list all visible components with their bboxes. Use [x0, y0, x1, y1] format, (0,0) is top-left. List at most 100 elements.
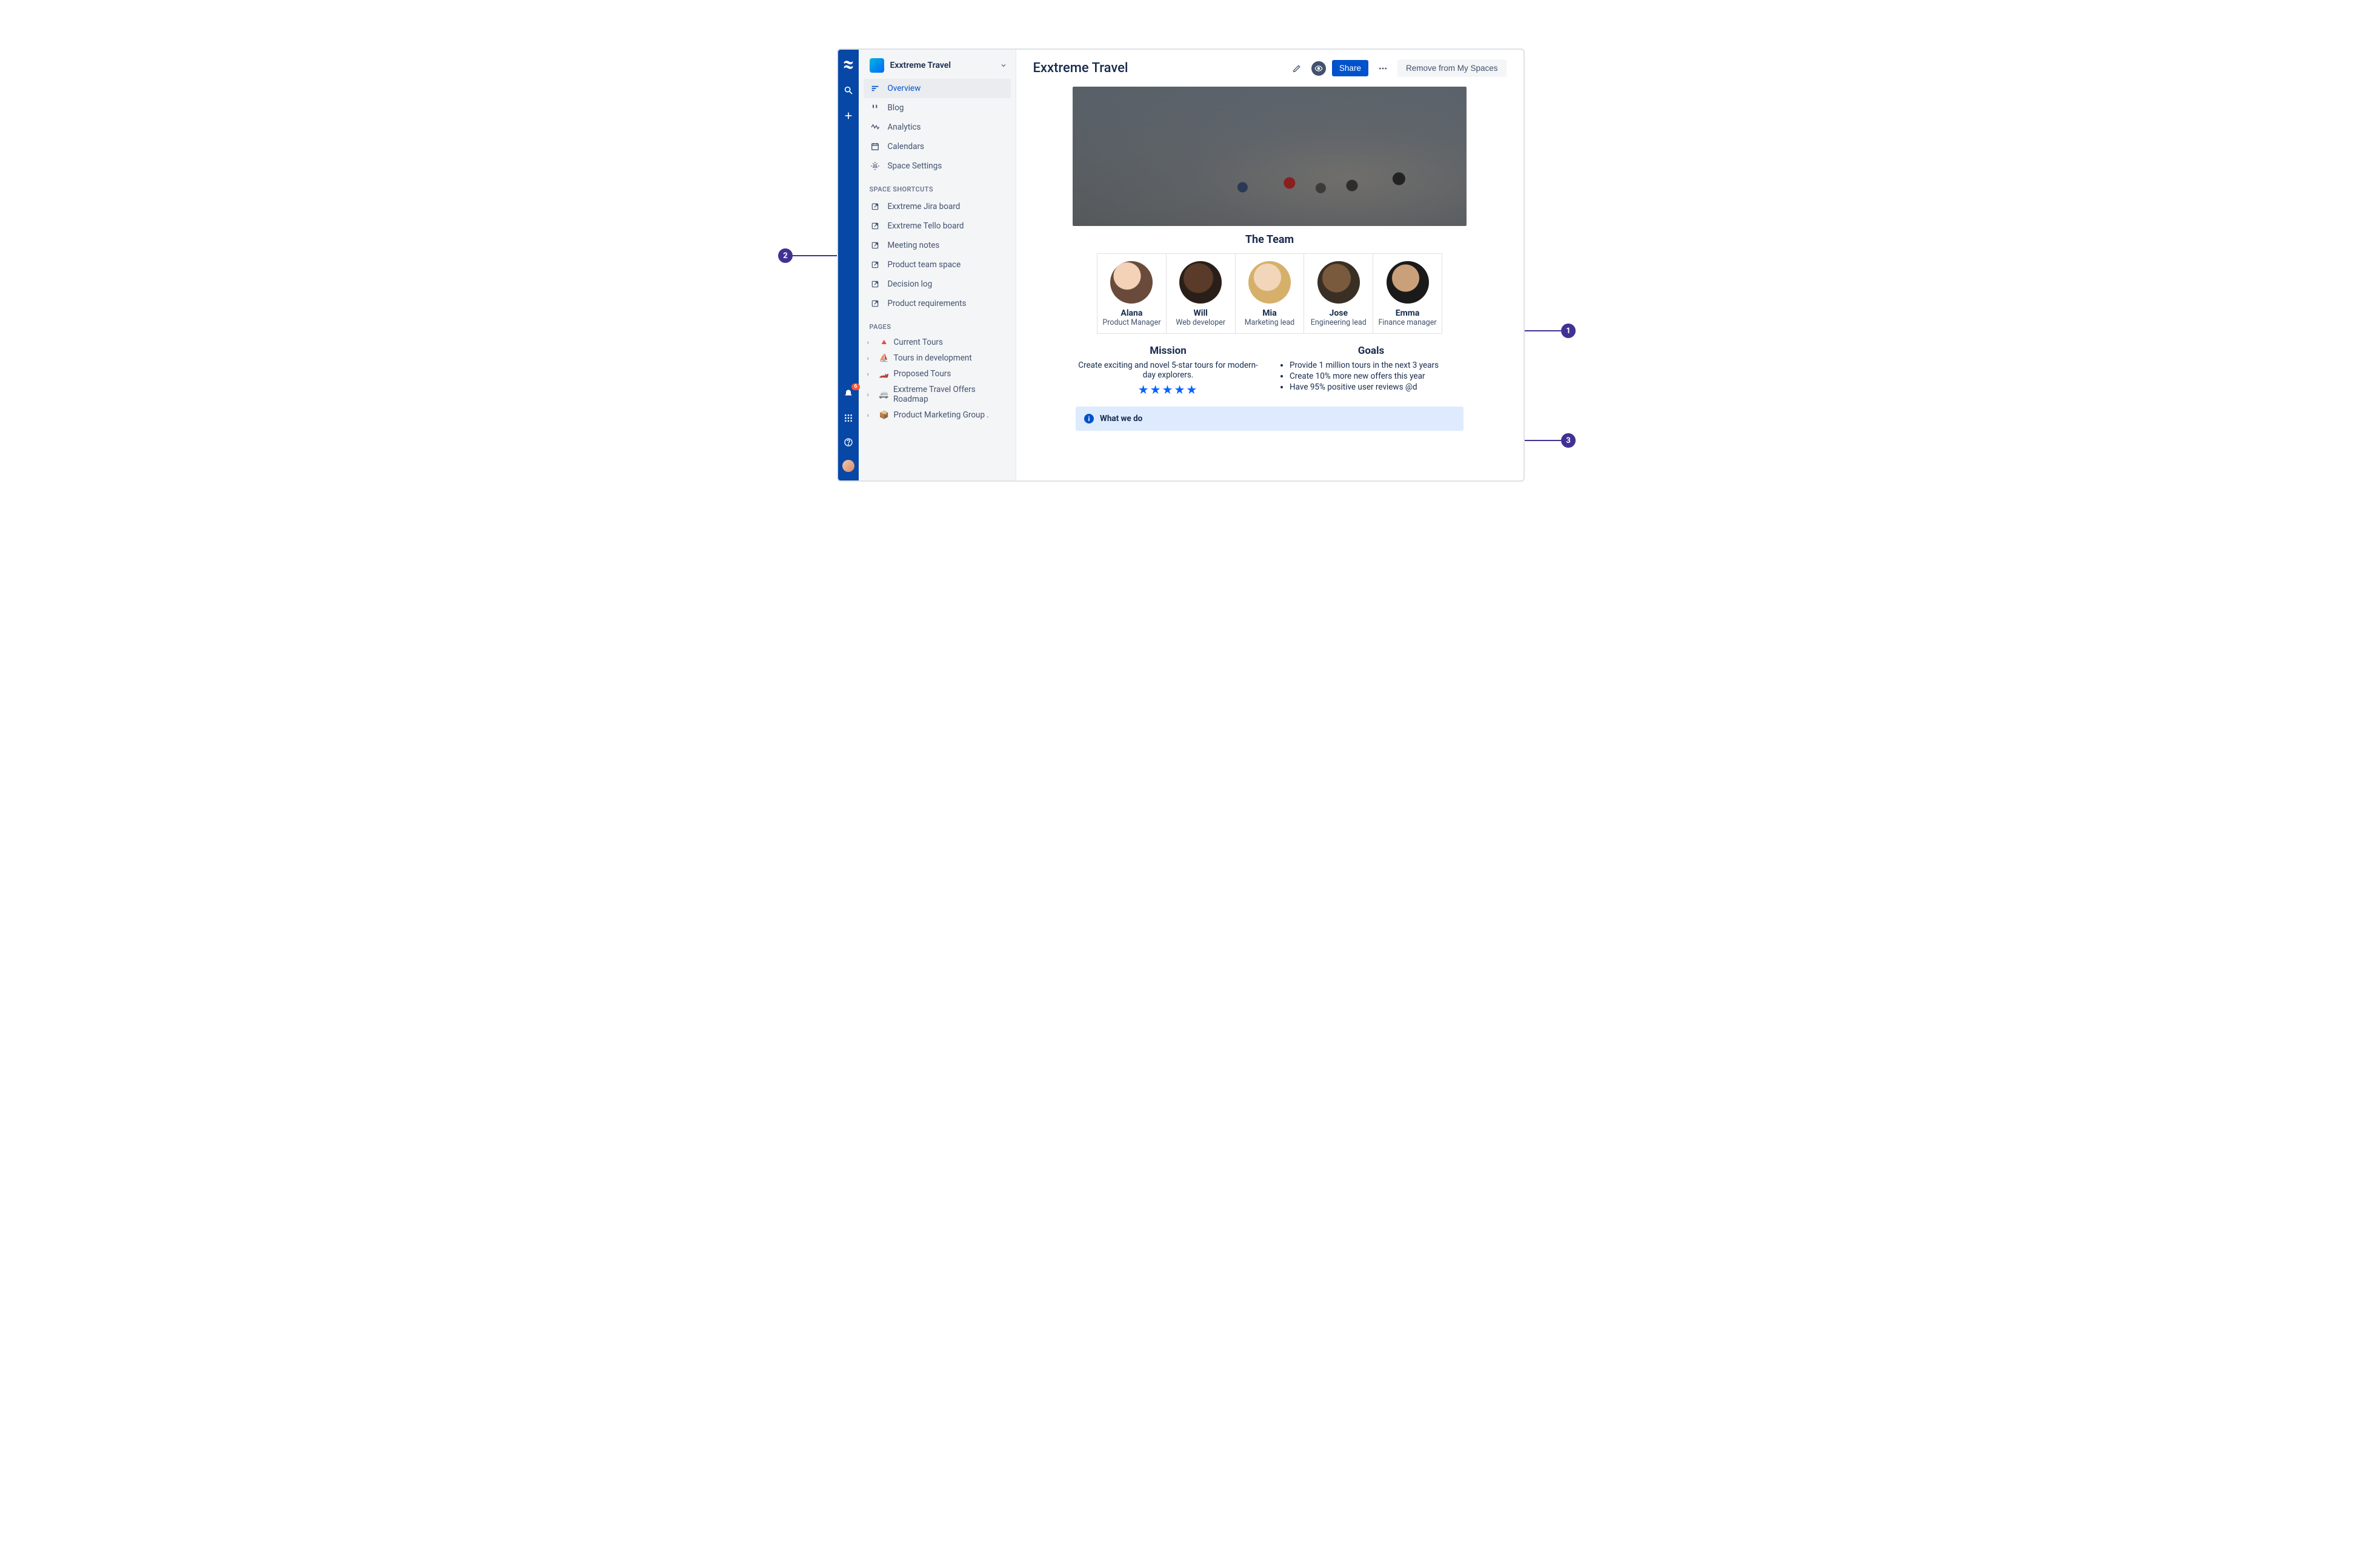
- info-panel: i What we do: [1076, 407, 1464, 431]
- pages-heading: PAGES: [859, 313, 1016, 334]
- overview-icon: [870, 83, 881, 94]
- member-name: Jose: [1308, 308, 1369, 318]
- team-member-card: JoseEngineering lead: [1304, 254, 1373, 333]
- space-header[interactable]: Exxtreme Travel: [859, 58, 1016, 79]
- page-tree-item[interactable]: ›🔺Current Tours: [859, 334, 1016, 350]
- external-link-icon: [870, 221, 881, 231]
- page-tree-item[interactable]: ›⛵ Tours in development: [859, 350, 1016, 366]
- sidebar-item-overview[interactable]: Overview: [864, 79, 1011, 98]
- gear-icon: [870, 161, 881, 171]
- page-emoji-icon: 🏎️: [879, 370, 890, 379]
- page-emoji-icon: 🔺: [879, 338, 890, 347]
- annotation-badge-3: 3: [1561, 433, 1576, 448]
- team-member-card: AlanaProduct Manager: [1097, 254, 1167, 333]
- share-button[interactable]: Share: [1332, 60, 1368, 76]
- sidebar-item-calendars[interactable]: Calendars: [859, 137, 1016, 156]
- shortcut-label: Product requirements: [888, 299, 967, 308]
- confluence-logo-icon[interactable]: [842, 58, 855, 71]
- profile-avatar[interactable]: [842, 460, 854, 472]
- remove-from-spaces-button[interactable]: Remove from My Spaces: [1397, 59, 1507, 77]
- watch-icon[interactable]: [1311, 61, 1326, 76]
- member-role: Product Manager: [1101, 318, 1162, 327]
- search-icon[interactable]: [842, 84, 855, 97]
- page-emoji-icon: 🚐: [879, 390, 890, 399]
- chevron-right-icon[interactable]: ›: [867, 339, 876, 347]
- create-icon[interactable]: [842, 109, 855, 122]
- page-tree-item[interactable]: ›📦Product Marketing Group .: [859, 407, 1016, 423]
- page-tree-item[interactable]: ›🏎️ Proposed Tours: [859, 366, 1016, 382]
- global-nav-rail: 6: [838, 50, 859, 480]
- avatar: [1179, 261, 1222, 304]
- analytics-icon: [870, 122, 881, 133]
- mission-text: Create exciting and novel 5-star tours f…: [1076, 360, 1260, 380]
- star-rating-icon: ★★★★★: [1076, 382, 1260, 397]
- sidebar-item-label: Calendars: [888, 142, 925, 151]
- mission-heading: Mission: [1076, 345, 1260, 357]
- hero-image: [1073, 87, 1467, 226]
- space-sidebar: Exxtreme Travel Overview Blog Analytics …: [859, 50, 1016, 480]
- shortcut-item[interactable]: Decision log: [859, 274, 1016, 294]
- notification-badge: 6: [851, 384, 859, 390]
- sidebar-item-label: Overview: [888, 84, 921, 93]
- sidebar-item-blog[interactable]: Blog: [859, 98, 1016, 118]
- space-logo-icon: [870, 58, 884, 73]
- page-emoji-icon: ⛵: [879, 354, 890, 363]
- team-member-card: EmmaFinance manager: [1373, 254, 1442, 333]
- sidebar-item-label: Blog: [888, 103, 904, 113]
- page-title: Exxtreme Travel: [1033, 61, 1282, 76]
- sidebar-item-settings[interactable]: Space Settings: [859, 156, 1016, 176]
- chevron-down-icon[interactable]: [1000, 60, 1007, 71]
- avatar: [1317, 261, 1360, 304]
- info-panel-title: What we do: [1100, 414, 1142, 424]
- app-window: 6 Exxtreme Travel Overview: [837, 48, 1525, 482]
- more-actions-icon[interactable]: [1374, 60, 1391, 77]
- calendar-icon: [870, 141, 881, 152]
- page-label: Tours in development: [894, 353, 972, 363]
- app-switcher-icon[interactable]: [842, 411, 855, 425]
- main-content: Exxtreme Travel Share Remove from My Spa…: [1016, 50, 1523, 480]
- member-name: Mia: [1239, 308, 1300, 318]
- edit-button[interactable]: [1288, 60, 1305, 77]
- page-label: Product Marketing Group .: [894, 410, 989, 420]
- chevron-right-icon[interactable]: ›: [867, 391, 876, 399]
- shortcut-label: Meeting notes: [888, 241, 940, 250]
- page-tree-item[interactable]: ›🚐Exxtreme Travel Offers Roadmap: [859, 382, 1016, 407]
- page-label: Proposed Tours: [894, 369, 951, 379]
- shortcut-label: Exxtreme Tello board: [888, 221, 964, 231]
- sidebar-item-analytics[interactable]: Analytics: [859, 118, 1016, 137]
- goals-section: Goals Provide 1 million tours in the nex…: [1279, 345, 1464, 397]
- member-role: Web developer: [1170, 318, 1231, 327]
- annotation-badge-1: 1: [1561, 324, 1576, 338]
- goal-item: Provide 1 million tours in the next 3 ye…: [1290, 360, 1464, 370]
- member-name: Emma: [1377, 308, 1438, 318]
- goal-item: Create 10% more new offers this year: [1290, 371, 1464, 381]
- page-label: Exxtreme Travel Offers Roadmap: [893, 385, 1011, 404]
- help-icon[interactable]: [842, 436, 855, 449]
- external-link-icon: [870, 259, 881, 270]
- team-grid: AlanaProduct ManagerWillWeb developer Mia…: [1097, 253, 1442, 334]
- shortcut-item[interactable]: Product team space: [859, 255, 1016, 274]
- notification-icon[interactable]: 6: [842, 387, 855, 400]
- shortcut-item[interactable]: Product requirements: [859, 294, 1016, 313]
- blog-icon: [870, 102, 881, 113]
- shortcut-item[interactable]: Exxtreme Tello board: [859, 216, 1016, 236]
- external-link-icon: [870, 298, 881, 309]
- sidebar-item-label: Space Settings: [888, 161, 942, 171]
- goal-item: Have 95% positive user reviews @d: [1290, 382, 1464, 392]
- external-link-icon: [870, 240, 881, 251]
- external-link-icon: [870, 201, 881, 212]
- annotation-badge-2: 2: [778, 248, 793, 263]
- space-name: Exxtreme Travel: [890, 61, 1000, 70]
- shortcut-item[interactable]: Exxtreme Jira board: [859, 197, 1016, 216]
- member-role: Finance manager: [1377, 318, 1438, 327]
- chevron-right-icon[interactable]: ›: [867, 411, 876, 419]
- info-icon: i: [1084, 414, 1094, 424]
- shortcut-label: Decision log: [888, 279, 933, 289]
- goals-heading: Goals: [1279, 345, 1464, 357]
- chevron-right-icon[interactable]: ›: [867, 370, 876, 378]
- shortcut-label: Product team space: [888, 260, 961, 270]
- shortcut-item[interactable]: Meeting notes: [859, 236, 1016, 255]
- member-role: Engineering lead: [1308, 318, 1369, 327]
- member-name: Will: [1170, 308, 1231, 318]
- chevron-right-icon[interactable]: ›: [867, 354, 876, 362]
